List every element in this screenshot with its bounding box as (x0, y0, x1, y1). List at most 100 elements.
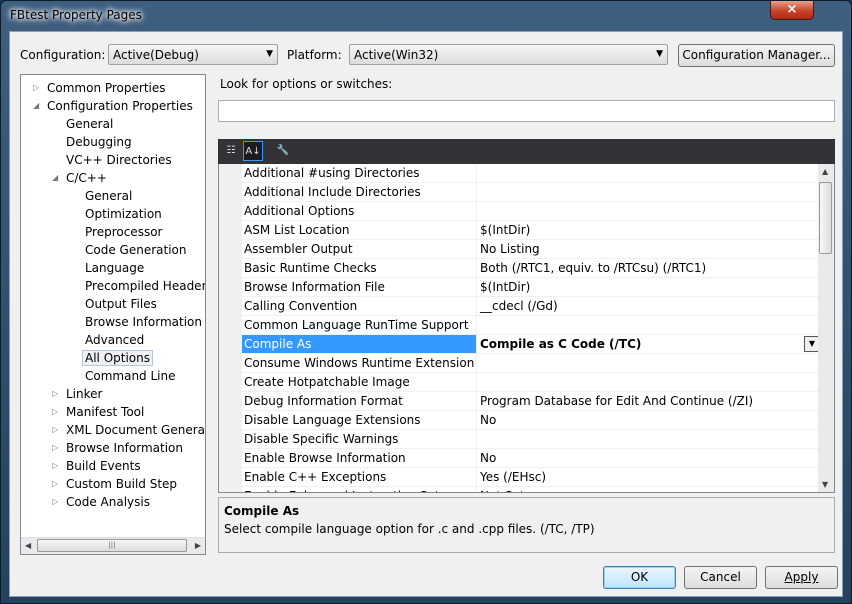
column-divider[interactable] (476, 392, 477, 411)
property-row[interactable]: Compile As Compile as C Code (/TC) ▼ (242, 335, 820, 354)
column-divider[interactable] (476, 278, 477, 297)
tree-item-cc-all-options[interactable]: All Options (82, 349, 153, 367)
collapse-icon[interactable]: ◢ (52, 169, 58, 187)
column-divider[interactable] (476, 164, 477, 183)
property-row[interactable]: Additional #using Directories (242, 164, 819, 183)
close-button[interactable]: × (770, 1, 814, 20)
tree-item-cc-code-generation[interactable]: Code Generation (85, 241, 186, 259)
tree-item-build-events[interactable]: ▷ Build Events (52, 457, 141, 475)
scroll-left-icon[interactable]: ◀ (25, 541, 31, 550)
property-row[interactable]: Disable Specific Warnings (242, 430, 819, 449)
tree-item-cc-preprocessor[interactable]: Preprocessor (85, 223, 162, 241)
tree-item-browse-information[interactable]: ▷ Browse Information (52, 439, 183, 457)
tree-item-cc-general[interactable]: General (85, 187, 132, 205)
scroll-up-icon[interactable]: ▲ (822, 167, 828, 176)
column-divider[interactable] (476, 202, 477, 221)
scroll-right-icon[interactable]: ▶ (195, 541, 201, 550)
collapse-icon[interactable]: ◢ (33, 97, 39, 115)
property-row[interactable]: Enable Browse Information No (242, 449, 819, 468)
property-value[interactable]: $(IntDir) (480, 223, 530, 237)
tree-item-cc-optimization[interactable]: Optimization (85, 205, 162, 223)
property-row[interactable]: Assembler Output No Listing (242, 240, 819, 259)
grid-vertical-scrollbar[interactable]: ▲ ▼ (818, 164, 834, 492)
property-value[interactable]: Both (/RTC1, equiv. to /RTCsu) (/RTC1) (480, 261, 706, 275)
property-row[interactable]: Browse Information File $(IntDir) (242, 278, 819, 297)
property-value[interactable]: No (480, 413, 496, 427)
scroll-down-icon[interactable]: ▼ (822, 480, 828, 489)
tree-item-debugging[interactable]: Debugging (66, 133, 132, 151)
tree-item-cc-language[interactable]: Language (85, 259, 144, 277)
property-value[interactable]: $(IntDir) (480, 280, 530, 294)
expand-icon[interactable]: ▷ (52, 439, 58, 457)
tree-item-linker[interactable]: ▷ Linker (52, 385, 102, 403)
property-row[interactable]: Additional Include Directories (242, 183, 819, 202)
property-row[interactable]: Additional Options (242, 202, 819, 221)
property-row[interactable]: Debug Information Format Program Database… (242, 392, 819, 411)
property-row[interactable]: ASM List Location $(IntDir) (242, 221, 819, 240)
scrollbar-thumb[interactable]: ||| (37, 539, 187, 552)
cancel-button[interactable]: Cancel (684, 566, 757, 589)
property-row[interactable]: Calling Convention __cdecl (/Gd) (242, 297, 819, 316)
wrench-icon[interactable]: 🔧 (273, 141, 293, 161)
apply-button[interactable]: Apply (765, 566, 838, 589)
expand-icon[interactable]: ▷ (52, 493, 58, 511)
categorized-icon[interactable]: ☷ (221, 141, 241, 161)
tree-item-manifest-tool[interactable]: ▷ Manifest Tool (52, 403, 144, 421)
title-bar[interactable]: FBtest Property Pages × (1, 1, 851, 31)
tree-item-general[interactable]: General (66, 115, 113, 133)
tree-item-configuration-properties[interactable]: ◢ Configuration Properties (33, 97, 193, 115)
scrollbar-thumb[interactable] (819, 182, 832, 254)
property-row[interactable]: Disable Language Extensions No (242, 411, 819, 430)
property-grid[interactable]: Additional #using Directories Additional … (218, 164, 835, 493)
tree-item-custom-build-step[interactable]: ▷ Custom Build Step (52, 475, 177, 493)
property-value[interactable]: No (480, 451, 496, 465)
expand-icon[interactable]: ▷ (52, 421, 58, 439)
property-row[interactable]: Enable Enhanced Instruction Set Not Set (242, 487, 819, 492)
property-row[interactable]: Enable C++ Exceptions Yes (/EHsc) (242, 468, 819, 487)
search-input[interactable] (218, 100, 835, 122)
expand-icon[interactable]: ▷ (52, 385, 58, 403)
expand-icon[interactable]: ▷ (52, 403, 58, 421)
configuration-select[interactable]: Active(Debug) ▼ (108, 44, 278, 65)
column-divider[interactable] (476, 240, 477, 259)
property-value[interactable]: Compile as C Code (/TC) (480, 337, 641, 351)
property-value[interactable]: __cdecl (/Gd) (480, 299, 558, 313)
property-row[interactable]: Consume Windows Runtime Extension (242, 354, 819, 373)
tree-item-cc-command-line[interactable]: Command Line (85, 367, 176, 385)
column-divider[interactable] (476, 183, 477, 202)
expand-icon[interactable]: ▷ (52, 457, 58, 475)
tree-item-code-analysis[interactable]: ▷ Code Analysis (52, 493, 150, 511)
column-divider[interactable] (476, 316, 477, 335)
column-divider[interactable] (476, 449, 477, 468)
property-value[interactable]: No Listing (480, 242, 540, 256)
property-value[interactable]: Program Database for Edit And Continue (… (480, 394, 753, 408)
platform-select[interactable]: Active(Win32) ▼ (349, 44, 668, 65)
tree-item-cc[interactable]: ◢ C/C++ (52, 169, 107, 187)
property-row[interactable]: Common Language RunTime Support (242, 316, 819, 335)
property-value[interactable]: Yes (/EHsc) (480, 470, 546, 484)
property-value[interactable]: Not Set (480, 489, 525, 492)
tree-horizontal-scrollbar[interactable]: ◀ ||| ▶ (21, 537, 205, 554)
ok-button[interactable]: OK (603, 566, 676, 589)
column-divider[interactable] (476, 411, 477, 430)
tree-item-xml-document-generator[interactable]: ▷XML Document Generator (52, 421, 205, 439)
tree-item-cc-output-files[interactable]: Output Files (85, 295, 157, 313)
tree-item-common-properties[interactable]: ▷ Common Properties (33, 79, 166, 97)
column-divider[interactable] (476, 297, 477, 316)
alphabetical-icon[interactable]: A↓ (243, 141, 263, 161)
property-tree[interactable]: ▷ Common Properties ◢ Configuration Proper… (20, 74, 206, 555)
expand-icon[interactable]: ▷ (52, 475, 58, 493)
configuration-manager-button[interactable]: Configuration Manager... (678, 44, 835, 67)
property-row[interactable]: Basic Runtime Checks Both (/RTC1, equiv. … (242, 259, 819, 278)
column-divider[interactable] (476, 335, 477, 354)
column-divider[interactable] (476, 354, 477, 373)
column-divider[interactable] (476, 259, 477, 278)
column-divider[interactable] (476, 221, 477, 240)
column-divider[interactable] (476, 430, 477, 449)
tree-item-cc-browse-information[interactable]: Browse Information (85, 313, 202, 331)
tree-item-vc-directories[interactable]: VC++ Directories (66, 151, 172, 169)
column-divider[interactable] (476, 373, 477, 392)
column-divider[interactable] (476, 487, 477, 492)
tree-item-cc-advanced[interactable]: Advanced (85, 331, 144, 349)
column-divider[interactable] (476, 468, 477, 487)
